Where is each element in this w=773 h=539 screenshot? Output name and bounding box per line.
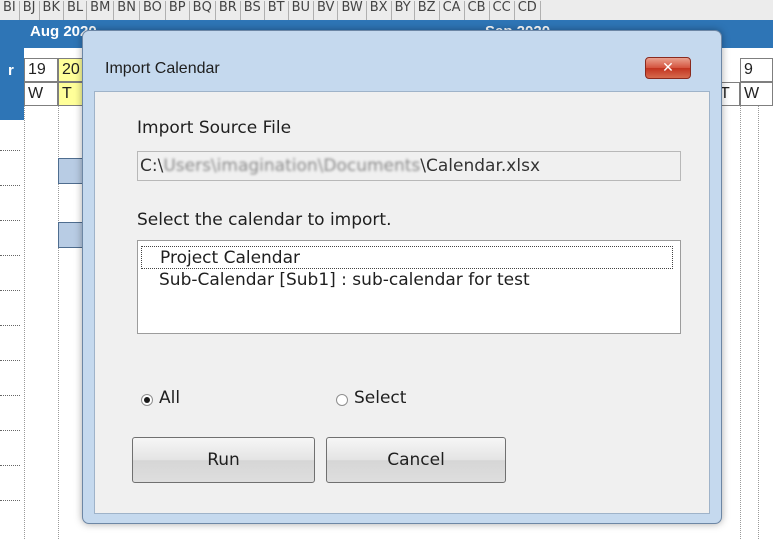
- gantt-gridline: [740, 106, 741, 539]
- column-header[interactable]: BU: [289, 1, 315, 20]
- radio-all[interactable]: [141, 394, 153, 406]
- source-path-blurred: Users\imagination\Documents: [163, 156, 421, 176]
- column-header[interactable]: BY: [392, 1, 415, 20]
- source-file-field[interactable]: C:\Users\imagination\Documents\Calendar.…: [137, 151, 681, 181]
- row-divider: [0, 500, 20, 502]
- dialog-content: Import Source File C:\Users\imagination\…: [94, 91, 710, 514]
- weekday-cell[interactable]: W: [740, 82, 773, 106]
- radio-all-label[interactable]: All: [159, 388, 180, 408]
- radio-select[interactable]: [336, 394, 348, 406]
- cancel-button[interactable]: Cancel: [326, 437, 506, 483]
- close-icon: ✕: [662, 60, 674, 76]
- column-header[interactable]: BJ: [20, 1, 40, 20]
- column-header[interactable]: BT: [265, 1, 289, 20]
- row-divider: [0, 290, 20, 292]
- column-header[interactable]: BR: [216, 1, 241, 20]
- row-divider: [0, 430, 20, 432]
- list-item-sub-calendar[interactable]: Sub-Calendar [Sub1] : sub-calendar for t…: [141, 269, 673, 292]
- source-path-filename: \Calendar.xlsx: [420, 156, 541, 176]
- column-header[interactable]: BK: [40, 1, 64, 20]
- column-header[interactable]: BO: [140, 1, 166, 20]
- day-cell[interactable]: 9: [740, 58, 773, 82]
- close-button[interactable]: ✕: [645, 57, 691, 79]
- row-divider: [0, 150, 20, 152]
- column-header[interactable]: BM: [87, 1, 115, 20]
- source-path-prefix: C:\: [140, 156, 164, 176]
- import-calendar-dialog: Import Calendar ✕ Import Source File C:\…: [82, 30, 722, 524]
- list-item-project-calendar[interactable]: Project Calendar: [141, 246, 673, 269]
- spreadsheet-column-headers: BI BJ BK BL BM BN BO BP BQ BR BS BT BU BV BW BX BY BZ CA CB…: [0, 0, 773, 21]
- weekday-cell[interactable]: W: [24, 82, 58, 106]
- column-header[interactable]: CD: [515, 1, 541, 20]
- column-header[interactable]: CA: [440, 1, 465, 20]
- row-divider: [0, 220, 20, 222]
- column-header[interactable]: BI: [0, 1, 20, 20]
- column-header[interactable]: BV: [314, 1, 339, 20]
- column-header[interactable]: CB: [465, 1, 490, 20]
- row-label-letter: r: [8, 62, 14, 79]
- row-divider: [0, 465, 20, 467]
- row-label-bar: [0, 48, 24, 120]
- column-header[interactable]: BQ: [190, 1, 216, 20]
- select-calendar-label: Select the calendar to import.: [137, 210, 392, 230]
- column-header[interactable]: BN: [114, 1, 140, 20]
- row-divider: [0, 325, 20, 327]
- gantt-gridline: [758, 106, 759, 539]
- row-divider: [0, 255, 20, 257]
- dialog-titlebar[interactable]: Import Calendar ✕: [83, 31, 721, 83]
- radio-select-label[interactable]: Select: [354, 388, 406, 408]
- column-header[interactable]: BW: [338, 1, 367, 20]
- column-header[interactable]: BS: [241, 1, 265, 20]
- run-button[interactable]: Run: [132, 437, 315, 483]
- column-header[interactable]: CC: [490, 1, 515, 20]
- column-header[interactable]: BP: [166, 1, 190, 20]
- row-divider: [0, 395, 20, 397]
- calendar-listbox[interactable]: Project Calendar Sub-Calendar [Sub1] : s…: [137, 240, 681, 334]
- row-divider: [0, 360, 20, 362]
- source-file-label: Import Source File: [137, 118, 292, 138]
- column-header[interactable]: BX: [367, 1, 392, 20]
- gantt-gridline: [24, 106, 25, 539]
- row-divider: [0, 185, 20, 187]
- column-header[interactable]: BL: [64, 1, 88, 20]
- dialog-title: Import Calendar: [105, 60, 220, 77]
- day-cell[interactable]: 19: [24, 58, 58, 82]
- column-header[interactable]: BZ: [415, 1, 440, 20]
